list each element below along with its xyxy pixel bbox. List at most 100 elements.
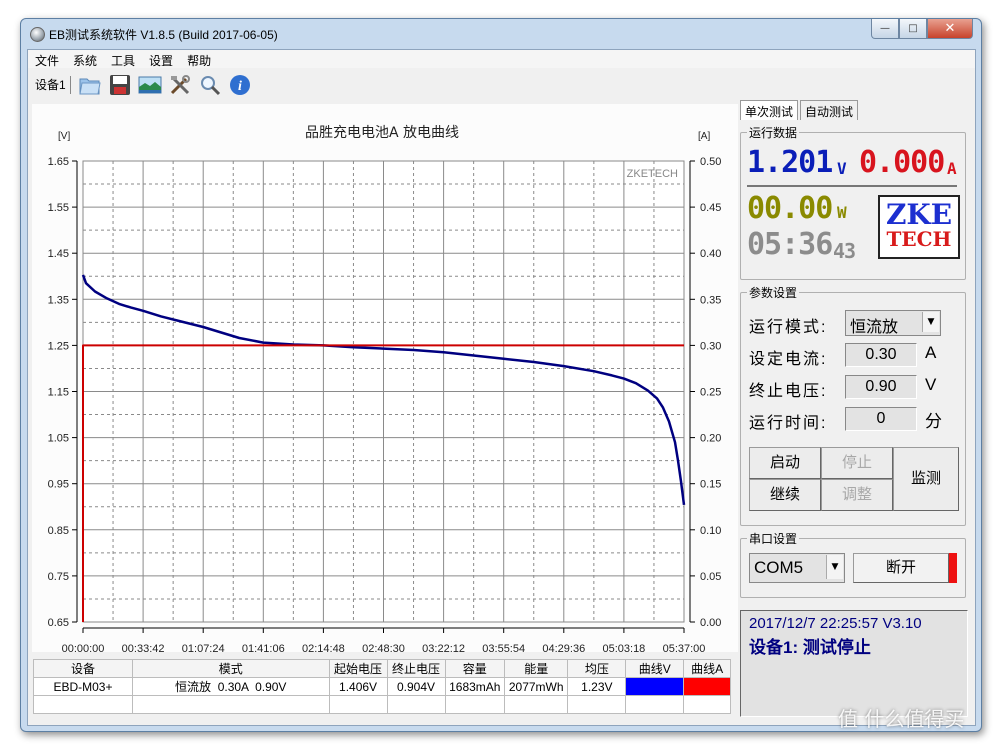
open-folder-icon[interactable] <box>78 73 102 97</box>
close-button[interactable]: ✕ <box>927 19 973 39</box>
zketech-logo: ZKE TECH <box>878 195 960 259</box>
run-time-field[interactable]: 0 <box>845 407 917 431</box>
monitor-button[interactable]: 监测 <box>893 447 959 511</box>
mode-select-value: 恒流放 <box>850 319 899 336</box>
x-tick-label: 03:55:54 <box>482 643 525 652</box>
continue-button[interactable]: 继续 <box>749 479 821 511</box>
connection-status-indicator <box>949 553 957 583</box>
header-curve-a: 曲线A <box>683 659 731 678</box>
menu-file[interactable]: 文件 <box>28 50 66 68</box>
title-bar[interactable]: EB测试系统软件 V1.8.5 (Build 2017-06-05) — □ ✕ <box>21 19 981 49</box>
params-label: 参数设置 <box>747 284 800 301</box>
table-row[interactable]: EBD-M03+ 恒流放 0.30A 0.90V 1.406V 0.904V 1… <box>33 677 731 696</box>
tab-single-test[interactable]: 单次测试 <box>740 100 799 120</box>
menu-bar: 文件 系统 工具 设置 帮助 <box>28 50 975 68</box>
y2-tick-label: 0.00 <box>700 617 721 629</box>
control-panel: 单次测试 自动测试 运行数据 1.201 V 0.000 A 00.00 W 0… <box>740 100 972 720</box>
y2-tick-label: 0.20 <box>700 433 721 445</box>
x-tick-label: 03:22:12 <box>422 643 465 652</box>
start-button[interactable]: 启动 <box>749 447 821 479</box>
header-device: 设备 <box>33 659 133 678</box>
header-mode: 模式 <box>131 659 330 678</box>
device-tab[interactable]: 设备1 <box>31 76 71 94</box>
info-icon[interactable]: i <box>228 73 252 97</box>
curve-a-color-swatch[interactable] <box>683 677 731 696</box>
x-tick-label: 04:29:36 <box>542 643 585 652</box>
results-table: 设备 模式 起始电压 终止电压 容量 能量 均压 曲线V 曲线A EBD-M03… <box>33 659 731 714</box>
menu-system[interactable]: 系统 <box>66 50 104 68</box>
logo-top: ZKE <box>885 198 953 231</box>
serial-group: 串口设置 COM5 ▼ 断开 <box>740 530 966 598</box>
search-icon[interactable] <box>198 73 222 97</box>
minimize-button[interactable]: — <box>871 19 899 39</box>
header-curve-v: 曲线V <box>625 659 685 678</box>
tab-auto-test[interactable]: 自动测试 <box>800 100 859 120</box>
tools-icon[interactable] <box>168 73 192 97</box>
y2-axis-label: [A] <box>698 131 710 142</box>
serial-label: 串口设置 <box>747 530 800 547</box>
chevron-down-icon[interactable]: ▼ <box>826 555 843 579</box>
cell-capacity: 1683mAh <box>444 677 506 696</box>
chevron-down-icon[interactable]: ▼ <box>922 312 939 332</box>
disconnect-button[interactable]: 断开 <box>853 553 949 583</box>
app-icon <box>30 27 45 42</box>
y-tick-label: 0.85 <box>48 525 69 537</box>
x-tick-label: 00:33:42 <box>122 643 165 652</box>
chart-grid <box>82 160 685 623</box>
mode-select[interactable]: 恒流放 ▼ <box>845 310 941 336</box>
menu-settings[interactable]: 设置 <box>142 50 180 68</box>
current-unit: A <box>947 159 957 178</box>
com-port-select[interactable]: COM5 ▼ <box>749 553 845 583</box>
client-area: 文件 系统 工具 设置 帮助 设备1 i 品胜充电电池A 放电曲线 [V] [A… <box>27 49 976 726</box>
y-tick-label: 1.65 <box>48 156 69 168</box>
x-tick-label: 05:03:18 <box>602 643 645 652</box>
y-tick-label: 1.55 <box>48 202 69 214</box>
y-tick-label: 0.65 <box>48 617 69 629</box>
status-timestamp: 2017/12/7 22:25:57 V3.10 <box>749 615 922 632</box>
power-unit: W <box>837 203 847 222</box>
y2-tick-label: 0.05 <box>700 571 721 583</box>
y-tick-label: 0.95 <box>48 479 69 491</box>
x-tick-label: 00:00:00 <box>62 643 105 652</box>
current-setting-label: 设定电流: <box>749 351 828 368</box>
maximize-icon: □ <box>908 23 918 34</box>
y-tick-label: 1.45 <box>48 248 69 260</box>
svg-text:i: i <box>238 79 242 94</box>
menu-tools[interactable]: 工具 <box>104 50 142 68</box>
status-panel: 2017/12/7 22:25:57 V3.10 设备1: 测试停止 <box>740 610 968 717</box>
cutoff-voltage-unit: V <box>925 375 937 394</box>
header-energy: 能量 <box>504 659 569 678</box>
cutoff-voltage-field[interactable]: 0.90 <box>845 375 917 399</box>
stop-button[interactable]: 停止 <box>821 447 893 479</box>
run-data-label: 运行数据 <box>747 124 800 141</box>
adjust-button[interactable]: 调整 <box>821 479 893 511</box>
maximize-button[interactable]: □ <box>899 19 927 39</box>
readout-divider <box>747 185 957 187</box>
cell-start-voltage: 1.406V <box>328 677 388 696</box>
cell-avg-voltage: 1.23V <box>567 677 627 696</box>
y2-tick-label: 0.25 <box>700 387 721 399</box>
close-icon: ✕ <box>944 21 956 36</box>
image-icon[interactable] <box>138 73 162 97</box>
y2-tick-label: 0.50 <box>700 156 721 168</box>
cell-energy: 2077mWh <box>504 677 569 696</box>
x-tick-label: 01:41:06 <box>242 643 285 652</box>
elapsed-time-readout: 05:36 <box>747 227 833 262</box>
logo-bottom: TECH <box>886 227 952 251</box>
current-readout: 0.000 <box>859 145 945 180</box>
voltage-unit: V <box>837 159 847 178</box>
discharge-chart: 品胜充电电池A 放电曲线 [V] [A] 1.65 1.55 1.45 1.35 1.2… <box>32 104 738 652</box>
test-tabs: 单次测试 自动测试 <box>740 100 860 120</box>
curve-v-color-swatch[interactable] <box>625 677 685 696</box>
params-group: 参数设置 运行模式: 恒流放 ▼ 设定电流: 0.30 A 终止电压: 0.90… <box>740 284 966 526</box>
save-disk-icon[interactable] <box>108 73 132 97</box>
header-start-voltage: 起始电压 <box>328 659 388 678</box>
minimize-icon: — <box>880 23 890 34</box>
current-setting-field[interactable]: 0.30 <box>845 343 917 367</box>
window-title: EB测试系统软件 V1.8.5 (Build 2017-06-05) <box>49 28 278 42</box>
app-window: EB测试系统软件 V1.8.5 (Build 2017-06-05) — □ ✕… <box>20 18 982 732</box>
menu-help[interactable]: 帮助 <box>180 50 218 68</box>
chart-watermark: ZKETECH <box>627 168 678 180</box>
mode-label: 运行模式: <box>749 319 828 336</box>
y2-tick-label: 0.40 <box>700 248 721 260</box>
